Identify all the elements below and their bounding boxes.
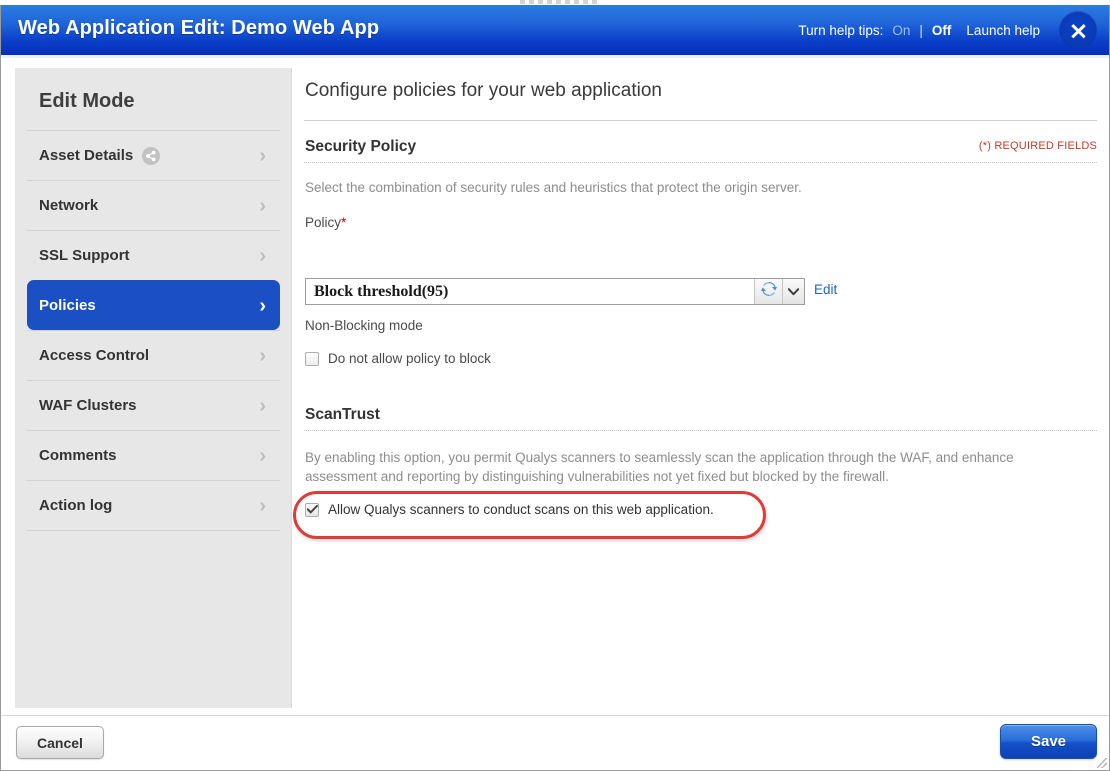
sidebar-item-label: Network <box>39 197 98 214</box>
security-policy-heading: Security Policy <box>305 138 416 156</box>
help-tips-label: Turn help tips: <box>798 23 883 38</box>
required-fields-note: (*) REQUIRED FIELDS <box>979 140 1097 152</box>
security-policy-description: Select the combination of security rules… <box>305 178 1085 197</box>
scantrust-description: By enabling this option, you permit Qual… <box>305 448 1087 486</box>
window-title: Web Application Edit: Demo Web App <box>18 17 379 40</box>
sidebar-item-label: Action log <box>39 497 112 514</box>
resize-grip[interactable] <box>1097 758 1107 768</box>
dialog-footer: Cancel Save <box>1 715 1109 770</box>
policy-refresh-button[interactable] <box>754 279 782 304</box>
chevron-right-icon: › <box>259 396 266 416</box>
chevron-right-icon: › <box>259 496 266 516</box>
policy-select[interactable]: Block threshold(95) <box>305 278 805 305</box>
help-tips-separator: | <box>919 23 923 38</box>
scantrust-checkbox[interactable] <box>305 503 319 517</box>
scantrust-divider <box>304 430 1097 431</box>
policy-selected-value: Block threshold(95) <box>306 283 754 301</box>
modal-window: Web Application Edit: Demo Web App Turn … <box>0 5 1110 771</box>
sidebar-item-waf-clusters[interactable]: WAF Clusters › <box>27 380 280 430</box>
sidebar-item-label: Access Control <box>39 347 149 364</box>
help-tips-off-toggle[interactable]: Off <box>932 23 952 38</box>
close-button[interactable] <box>1059 11 1097 49</box>
title-divider <box>304 120 1097 121</box>
save-button[interactable]: Save <box>1000 724 1097 759</box>
sidebar-item-action-log[interactable]: Action log › <box>27 480 280 530</box>
sidebar-item-policies[interactable]: Policies › <box>27 280 280 330</box>
scantrust-heading: ScanTrust <box>305 406 380 424</box>
help-tips-on-toggle[interactable]: On <box>892 23 910 38</box>
title-bar-actions: Turn help tips: On | Off Launch help <box>798 5 1097 55</box>
chevron-down-icon <box>788 288 799 296</box>
launch-help-link[interactable]: Launch help <box>966 23 1040 38</box>
sidebar-item-asset-details[interactable]: Asset Details › <box>27 130 280 180</box>
scantrust-checkbox-row[interactable]: Allow Qualys scanners to conduct scans o… <box>305 502 714 517</box>
edit-mode-sidebar: Edit Mode Asset Details › <box>15 68 292 708</box>
dialog-body: Edit Mode Asset Details › <box>1 58 1109 714</box>
sidebar-item-label: Policies <box>39 297 96 314</box>
chevron-right-icon: › <box>259 346 266 366</box>
non-blocking-checkbox-label: Do not allow policy to block <box>328 351 491 366</box>
title-bar: Web Application Edit: Demo Web App Turn … <box>1 5 1109 55</box>
main-content: Configure policies for your web applicat… <box>292 58 1109 714</box>
sidebar-item-label: Comments <box>39 447 117 464</box>
close-icon <box>1069 21 1088 40</box>
policy-edit-link[interactable]: Edit <box>814 282 837 297</box>
sidebar-item-access-control[interactable]: Access Control › <box>27 330 280 380</box>
policy-field-label: Policy* <box>305 215 346 230</box>
chevron-right-icon: › <box>259 446 266 466</box>
sidebar-title: Edit Mode <box>39 90 135 113</box>
sidebar-item-ssl-support[interactable]: SSL Support › <box>27 230 280 280</box>
sidebar-item-label: SSL Support <box>39 247 130 264</box>
chevron-right-icon: › <box>259 196 266 216</box>
sidebar-item-network[interactable]: Network › <box>27 180 280 230</box>
policy-required-marker: * <box>341 215 346 230</box>
security-policy-divider <box>304 162 1097 163</box>
sidebar-item-label: Asset Details <box>39 147 133 164</box>
web-application-edit-dialog: Web Application Edit: Demo Web App Turn … <box>0 0 1110 771</box>
share-icon <box>142 147 160 165</box>
scantrust-checkbox-label: Allow Qualys scanners to conduct scans o… <box>328 502 714 517</box>
sidebar-item-label: WAF Clusters <box>39 397 137 414</box>
chevron-right-icon: › <box>259 146 266 166</box>
non-blocking-checkbox[interactable] <box>305 352 319 366</box>
non-blocking-checkbox-row[interactable]: Do not allow policy to block <box>305 351 491 366</box>
policy-label-text: Policy <box>305 215 341 230</box>
sidebar-nav-list: Asset Details › Network <box>15 130 292 531</box>
background-window-edge <box>520 0 600 4</box>
sidebar-nav-end-divider <box>27 530 280 531</box>
sidebar-item-comments[interactable]: Comments › <box>27 430 280 480</box>
policy-dropdown-button[interactable] <box>782 279 804 304</box>
cancel-button[interactable]: Cancel <box>16 726 104 759</box>
refresh-icon <box>761 281 777 302</box>
chevron-right-icon: › <box>259 296 266 316</box>
chevron-right-icon: › <box>259 246 266 266</box>
page-title: Configure policies for your web applicat… <box>305 80 662 102</box>
non-blocking-mode-label: Non-Blocking mode <box>305 318 423 333</box>
